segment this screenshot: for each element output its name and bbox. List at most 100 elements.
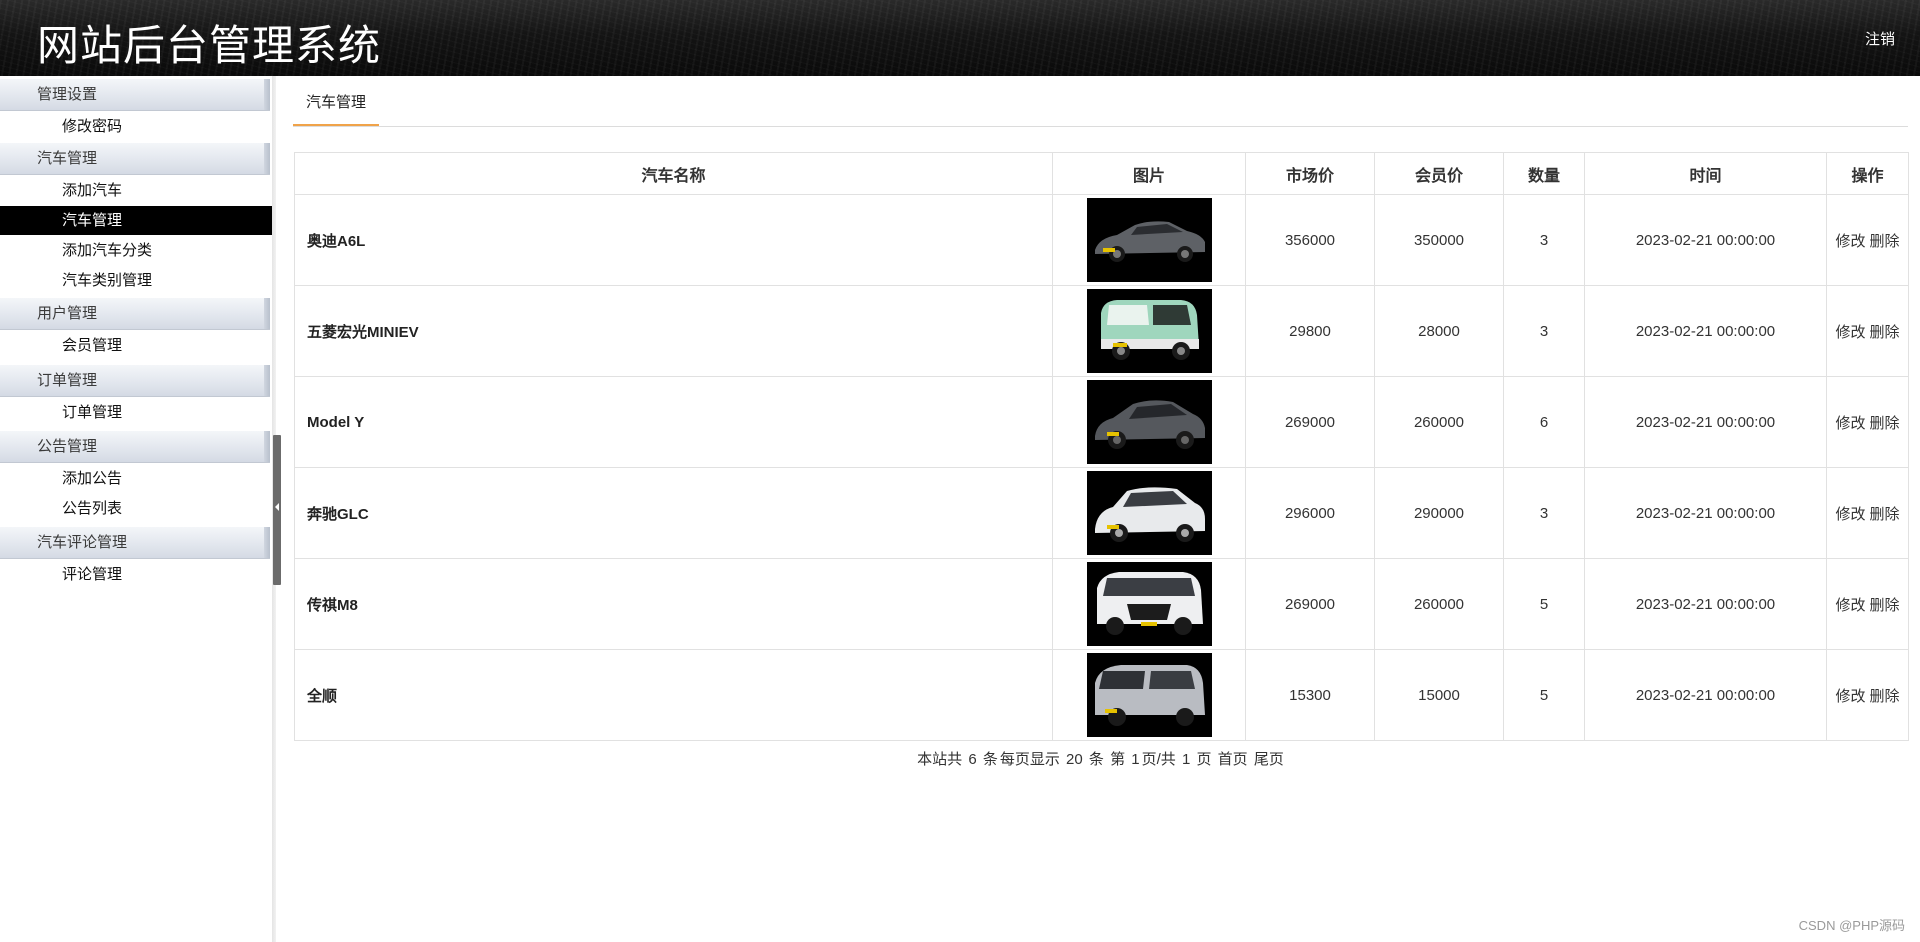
time: 2023-02-21 00:00:00 (1584, 558, 1827, 650)
sidebar-item-car-category-management[interactable]: 汽车类别管理 (0, 266, 275, 295)
sidebar-item-comment-management[interactable]: 评论管理 (0, 560, 275, 589)
edit-link[interactable]: 修改 (1835, 506, 1865, 523)
pagination-total-unit: 条 (982, 751, 998, 768)
top-header: 网站后台管理系统 注销 (0, 0, 1920, 76)
column-header-quantity: 数量 (1503, 152, 1585, 195)
column-header-name: 汽车名称 (294, 152, 1053, 195)
edit-link[interactable]: 修改 (1835, 415, 1865, 432)
logout-link[interactable]: 注销 (1865, 28, 1895, 49)
car-name: Model Y (294, 376, 1053, 468)
actions-cell: 修改 删除 (1826, 558, 1909, 650)
edit-link[interactable]: 修改 (1835, 597, 1865, 614)
site-title: 网站后台管理系统 (37, 21, 382, 70)
market-price: 269000 (1245, 376, 1375, 468)
sidebar-item-add-car[interactable]: 添加汽车 (0, 176, 275, 205)
sidebar-group-orders[interactable]: 订单管理 (0, 364, 270, 397)
sidebar-item-change-password[interactable]: 修改密码 (0, 112, 275, 141)
table-row: 奥迪A6L 356000 350000 3 2023-02-21 00:00:0… (294, 194, 1909, 286)
car-image-cell (1052, 285, 1246, 377)
edit-link[interactable]: 修改 (1835, 324, 1865, 341)
column-header-market-price: 市场价 (1245, 152, 1375, 195)
member-price: 15000 (1374, 649, 1504, 741)
time: 2023-02-21 00:00:00 (1584, 194, 1827, 286)
sidebar-group-users[interactable]: 用户管理 (0, 297, 270, 330)
car-van-image (1086, 653, 1212, 737)
sidebar-group-settings[interactable]: 管理设置 (0, 78, 270, 111)
time: 2023-02-21 00:00:00 (1584, 285, 1827, 377)
time: 2023-02-21 00:00:00 (1584, 467, 1827, 559)
car-suv-image (1086, 380, 1212, 464)
delete-link[interactable]: 删除 (1870, 233, 1900, 250)
market-price: 269000 (1245, 558, 1375, 650)
car-image-cell (1052, 558, 1246, 650)
car-image-cell (1052, 467, 1246, 559)
table-row: 奔驰GLC 296000 290000 3 2023-02-21 00:00:0… (294, 467, 1909, 559)
member-price: 350000 (1374, 194, 1504, 286)
car-table: 汽车名称 图片 市场价 会员价 数量 时间 操作 奥迪A6L 356000 35… (294, 152, 1909, 741)
pagination-per-page: 20 (1066, 751, 1083, 768)
sidebar-item-members[interactable]: 会员管理 (0, 331, 275, 360)
pagination-per-page-unit: 条 (1088, 751, 1104, 768)
delete-link[interactable]: 删除 (1870, 415, 1900, 432)
quantity: 5 (1503, 558, 1585, 650)
quantity: 3 (1503, 285, 1585, 377)
member-price: 260000 (1374, 376, 1504, 468)
car-mini-image (1086, 289, 1212, 373)
table-row: 五菱宏光MINIEV 29800 28000 3 2023-02-21 00:0… (294, 285, 1909, 377)
last-page-link[interactable]: 尾页 (1254, 751, 1284, 768)
column-header-member-price: 会员价 (1374, 152, 1504, 195)
sidebar-group-comments[interactable]: 汽车评论管理 (0, 526, 270, 559)
column-header-actions: 操作 (1826, 152, 1909, 195)
table-header-row: 汽车名称 图片 市场价 会员价 数量 时间 操作 (294, 152, 1909, 195)
member-price: 28000 (1374, 285, 1504, 377)
car-image-cell (1052, 376, 1246, 468)
sidebar-group-cars[interactable]: 汽车管理 (0, 142, 270, 175)
pagination-per-page-prefix: 每页显示 (999, 751, 1060, 768)
tab-car-management[interactable]: 汽车管理 (293, 90, 380, 126)
pagination: 本站共 6 条每页显示 20 条 第 1 页/共 1 页 首页 尾页 (293, 748, 1908, 769)
car-image-cell (1052, 194, 1246, 286)
actions-cell: 修改 删除 (1826, 194, 1909, 286)
car-name: 奥迪A6L (294, 194, 1053, 286)
table-row: 传祺M8 269000 260000 5 2023-02-21 00:00:00… (294, 558, 1909, 650)
pagination-page-prefix: 第 (1110, 751, 1126, 768)
quantity: 3 (1503, 467, 1585, 559)
delete-link[interactable]: 删除 (1870, 324, 1900, 341)
sidebar: 管理设置 修改密码 汽车管理 添加汽车 汽车管理 添加汽车分类 汽车类别管理 用… (0, 76, 275, 942)
market-price: 15300 (1245, 649, 1375, 741)
sidebar-item-add-announcement[interactable]: 添加公告 (0, 464, 275, 493)
quantity: 6 (1503, 376, 1585, 468)
column-header-image: 图片 (1052, 152, 1246, 195)
sidebar-item-order-management[interactable]: 订单管理 (0, 398, 275, 427)
delete-link[interactable]: 删除 (1870, 688, 1900, 705)
collapse-arrow-icon (275, 503, 279, 511)
pagination-current-page: 1 (1131, 751, 1140, 768)
pagination-total: 6 (968, 751, 977, 768)
car-name: 全顺 (294, 649, 1053, 741)
car-name: 五菱宏光MINIEV (294, 285, 1053, 377)
pagination-page-suffix: 页 (1196, 751, 1212, 768)
sidebar-item-car-management[interactable]: 汽车管理 (0, 206, 275, 235)
quantity: 5 (1503, 649, 1585, 741)
member-price: 290000 (1374, 467, 1504, 559)
sidebar-group-announcements[interactable]: 公告管理 (0, 430, 270, 463)
table-row: Model Y 269000 260000 6 2023-02-21 00:00… (294, 376, 1909, 468)
watermark: CSDN @PHP源码 (1798, 918, 1905, 933)
quantity: 3 (1503, 194, 1585, 286)
time: 2023-02-21 00:00:00 (1584, 376, 1827, 468)
pagination-total-pages: 1 (1181, 751, 1191, 768)
sidebar-item-announcement-list[interactable]: 公告列表 (0, 494, 275, 523)
pagination-total-prefix: 本站共 (917, 751, 963, 768)
delete-link[interactable]: 删除 (1870, 506, 1900, 523)
member-price: 260000 (1374, 558, 1504, 650)
first-page-link[interactable]: 首页 (1218, 751, 1248, 768)
sidebar-item-add-car-category[interactable]: 添加汽车分类 (0, 236, 275, 265)
actions-cell: 修改 删除 (1826, 649, 1909, 741)
market-price: 29800 (1245, 285, 1375, 377)
delete-link[interactable]: 删除 (1870, 597, 1900, 614)
edit-link[interactable]: 修改 (1835, 688, 1865, 705)
pagination-page-sep: 页/共 (1141, 751, 1176, 768)
edit-link[interactable]: 修改 (1835, 233, 1865, 250)
table-row: 全顺 15300 15000 5 2023-02-21 00:00:00 修改 … (294, 649, 1909, 741)
actions-cell: 修改 删除 (1826, 467, 1909, 559)
